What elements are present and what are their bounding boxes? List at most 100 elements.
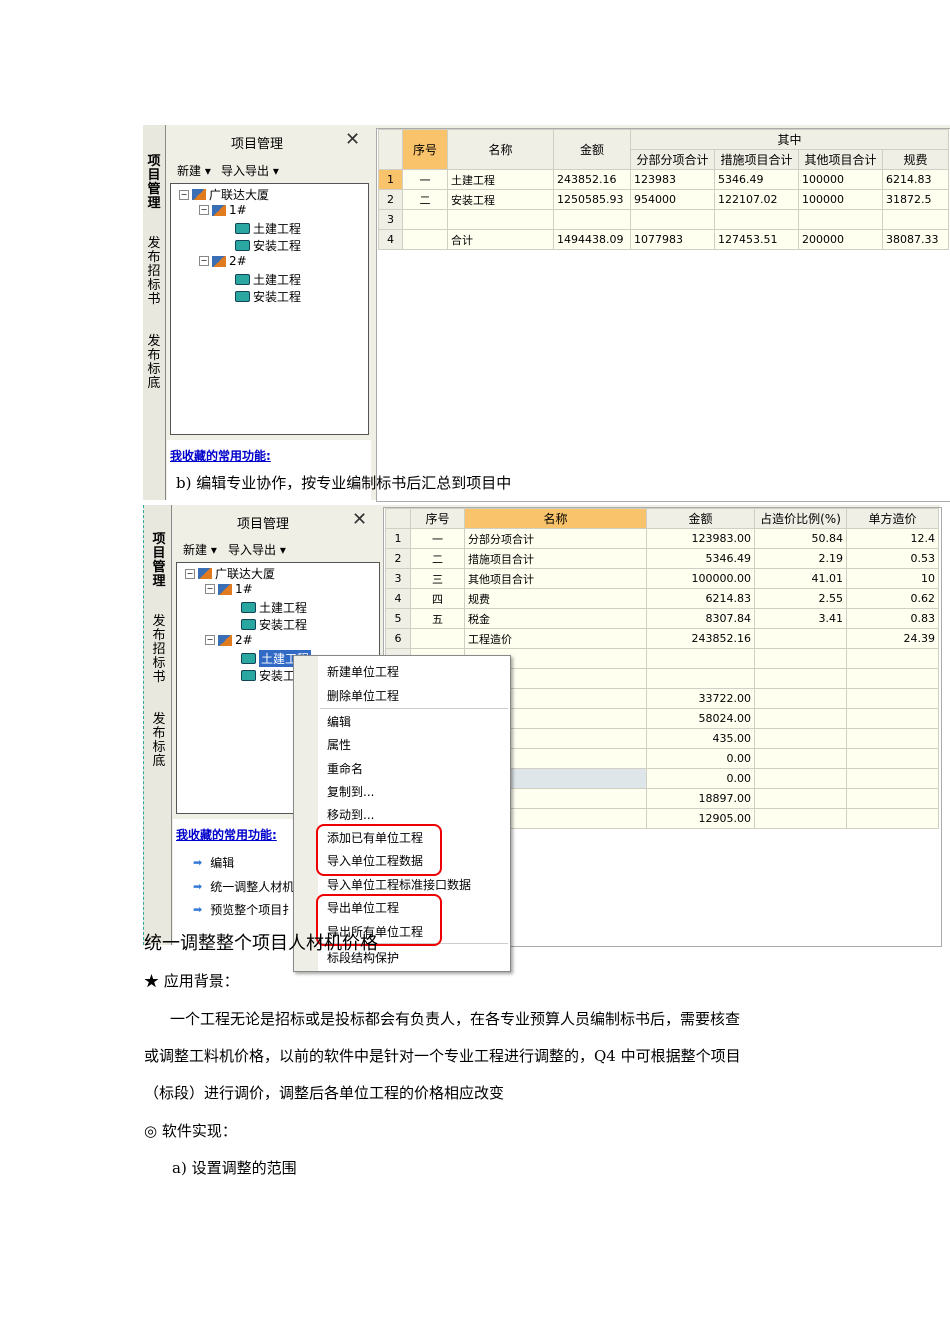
table-cell[interactable] <box>754 648 847 669</box>
tab-publish-base[interactable]: 发布标底 <box>144 335 164 391</box>
row-number[interactable]: 6 <box>385 628 411 649</box>
table-cell[interactable]: 18897.00 <box>646 788 755 809</box>
tab-project-management[interactable]: 项目管理 <box>149 533 169 589</box>
row-number[interactable]: 4 <box>378 229 403 250</box>
table-row[interactable]: 3 三其他项目合计 100000.00 41.01 10 <box>385 568 939 589</box>
tree-node-install[interactable]: 安装工程 <box>235 237 301 254</box>
table-cell[interactable]: 一 <box>402 169 448 190</box>
tab-publish-tender[interactable]: 发布招标书 <box>144 237 164 307</box>
new-menu-button[interactable]: 新建 ▾ <box>177 162 211 179</box>
table-cell[interactable]: 6214.83 <box>646 588 755 609</box>
table-row[interactable]: 2 二措施项目合计 5346.49 2.19 0.53 <box>385 548 939 569</box>
table-cell[interactable]: 6214.83 <box>881 169 950 190</box>
table-cell[interactable] <box>402 229 448 250</box>
tree-node-1[interactable]: −1# <box>205 582 253 596</box>
table-cell[interactable] <box>754 788 847 809</box>
table-cell[interactable]: 1494438.09 <box>553 229 631 250</box>
table-cell[interactable]: 243852.16 <box>553 169 631 190</box>
favorites-title[interactable]: 我收藏的常用功能: <box>176 826 277 843</box>
table-cell[interactable]: 土建工程 <box>447 169 554 190</box>
table-cell[interactable] <box>447 209 554 230</box>
context-menu-item[interactable]: 重命名 <box>327 760 363 777</box>
table-cell[interactable] <box>846 688 939 709</box>
table-cell[interactable]: 1250585.93 <box>553 189 631 210</box>
table-cell[interactable] <box>754 808 847 829</box>
row-number[interactable]: 5 <box>385 608 411 629</box>
row-number[interactable]: 3 <box>378 209 403 230</box>
table-cell[interactable] <box>846 668 939 689</box>
table-cell[interactable]: 5346.49 <box>646 548 755 569</box>
header-sub[interactable]: 措施项目合计 <box>714 149 799 170</box>
table-cell[interactable]: 123983.00 <box>646 528 755 549</box>
table-cell[interactable] <box>846 648 939 669</box>
table-cell[interactable]: 50.84 <box>754 528 847 549</box>
header-sub[interactable]: 其他项目合计 <box>798 149 883 170</box>
table-cell[interactable]: 954000 <box>630 189 715 210</box>
row-number[interactable]: 2 <box>385 548 411 569</box>
table-cell[interactable] <box>714 209 799 230</box>
table-cell[interactable]: 200000 <box>798 229 883 250</box>
table-cell[interactable]: 工程造价 <box>464 628 647 649</box>
table-cell[interactable]: 二 <box>410 548 465 569</box>
table-cell[interactable]: 合计 <box>447 229 554 250</box>
table-cell[interactable]: 12.4 <box>846 528 939 549</box>
tree-node-install[interactable]: 安装工 <box>241 667 295 684</box>
table-cell[interactable] <box>846 768 939 789</box>
context-menu-item[interactable]: 属性 <box>327 736 351 753</box>
table-cell[interactable]: 435.00 <box>646 728 755 749</box>
tab-project-management[interactable]: 项目管理 <box>144 155 164 211</box>
table-cell[interactable]: 0.62 <box>846 588 939 609</box>
context-menu-item[interactable]: 移动到... <box>327 806 374 823</box>
table-cell[interactable] <box>846 788 939 809</box>
tree-node-root[interactable]: − 广联达大厦 <box>185 565 275 582</box>
table-cell[interactable]: 8307.84 <box>646 608 755 629</box>
tree-node-install[interactable]: 安装工程 <box>235 288 301 305</box>
table-cell[interactable]: 税金 <box>464 608 647 629</box>
row-number[interactable]: 4 <box>385 588 411 609</box>
table-cell[interactable]: 122107.02 <box>714 189 799 210</box>
table-cell[interactable]: 0.00 <box>646 768 755 789</box>
context-menu-item[interactable]: 删除单位工程 <box>327 687 399 704</box>
row-number[interactable]: 3 <box>385 568 411 589</box>
table-cell[interactable]: 1077983 <box>630 229 715 250</box>
table-row[interactable]: 6 工程造价 243852.16 24.39 <box>385 628 939 649</box>
table-cell[interactable]: 0.83 <box>846 608 939 629</box>
header-ratio[interactable]: 占造价比例(%) <box>754 508 847 529</box>
header-unit-cost[interactable]: 单方造价 <box>846 508 939 529</box>
table-cell[interactable]: 分部分项合计 <box>464 528 647 549</box>
import-export-menu-button[interactable]: 导入导出 ▾ <box>228 541 286 558</box>
table-cell[interactable]: 127453.51 <box>714 229 799 250</box>
close-icon[interactable]: ✕ <box>352 509 367 530</box>
close-icon[interactable]: ✕ <box>345 129 360 150</box>
context-menu-item[interactable]: 编辑 <box>327 713 351 730</box>
table-cell[interactable] <box>754 748 847 769</box>
header-seq[interactable]: 序号 <box>410 508 465 529</box>
favorite-item-preview[interactable]: ➡ 预览整个项目扌 <box>193 901 294 918</box>
table-cell[interactable] <box>646 668 755 689</box>
context-menu-item[interactable]: 导入单位工程标准接口数据 <box>327 876 471 893</box>
table-cell[interactable]: 规费 <box>464 588 647 609</box>
table-cell[interactable]: 123983 <box>630 169 715 190</box>
table-cell[interactable]: 10 <box>846 568 939 589</box>
table-cell[interactable]: 四 <box>410 588 465 609</box>
tree-node-civil[interactable]: 土建工程 <box>241 599 307 616</box>
table-cell[interactable] <box>881 209 950 230</box>
table-cell[interactable] <box>754 708 847 729</box>
row-number[interactable]: 2 <box>378 189 403 210</box>
table-cell[interactable]: 0.00 <box>646 748 755 769</box>
tree-node-civil[interactable]: 土建工程 <box>235 271 301 288</box>
row-number[interactable]: 1 <box>385 528 411 549</box>
tree-node-install[interactable]: 安装工程 <box>241 616 307 633</box>
tree-node-civil[interactable]: 土建工程 <box>235 220 301 237</box>
table-cell[interactable] <box>846 808 939 829</box>
tree-node-1[interactable]: −1# <box>199 203 247 217</box>
new-menu-button[interactable]: 新建 ▾ <box>183 541 217 558</box>
table-cell[interactable]: 三 <box>410 568 465 589</box>
table-cell[interactable]: 38087.33 <box>881 229 950 250</box>
header-sub[interactable]: 分部分项合计 <box>630 149 715 170</box>
import-export-menu-button[interactable]: 导入导出 ▾ <box>221 162 279 179</box>
table-cell[interactable]: 5346.49 <box>714 169 799 190</box>
tree-node-2[interactable]: −2# <box>205 633 253 647</box>
table-cell[interactable]: 100000 <box>798 189 883 210</box>
table-cell[interactable] <box>798 209 883 230</box>
